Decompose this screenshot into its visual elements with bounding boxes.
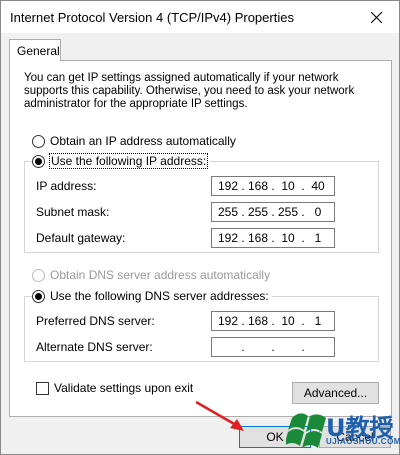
dialog-window: Internet Protocol Version 4 (TCP/IPv4) P…: [0, 0, 400, 455]
close-icon: [371, 12, 382, 23]
default-gateway-input[interactable]: 192. 168. 10. 1: [211, 228, 335, 248]
octet: 0: [314, 205, 322, 219]
octet: 1: [314, 231, 322, 245]
octet: 255: [217, 205, 239, 219]
validate-settings-label: Validate settings upon exit: [54, 381, 194, 395]
use-following-dns-radio[interactable]: Use the following DNS server addresses:: [32, 288, 272, 304]
radio-button-disabled[interactable]: [32, 268, 45, 282]
tab-general-label: General: [17, 44, 60, 58]
octet: 192: [217, 179, 239, 193]
annotation-arrow-icon: [195, 400, 244, 431]
octet: 168: [247, 314, 269, 328]
alternate-dns-label: Alternate DNS server:: [36, 340, 153, 354]
radio-button[interactable]: [32, 134, 45, 148]
ip-address-label: IP address:: [36, 179, 97, 193]
preferred-dns-input[interactable]: 192. 168. 10. 1: [211, 311, 335, 331]
description-text: You can get IP settings assigned automat…: [24, 72, 355, 110]
title-bar: Internet Protocol Version 4 (TCP/IPv4) P…: [1, 1, 399, 33]
use-following-ip-label: Use the following IP address:: [48, 153, 209, 169]
watermark-logo: U教授 UJIAOSHOU.COM: [284, 404, 400, 455]
use-following-ip-radio[interactable]: Use the following IP address:: [32, 153, 211, 169]
tab-general[interactable]: General: [9, 39, 61, 61]
octet: 10: [281, 231, 295, 245]
octet: 168: [247, 231, 269, 245]
radio-button-checked[interactable]: [32, 289, 45, 303]
obtain-dns-auto-label: Obtain DNS server address automatically: [50, 268, 271, 282]
watermark-site: UJIAOSHOU.COM: [326, 437, 400, 446]
use-following-dns-label: Use the following DNS server addresses:: [50, 289, 269, 303]
octet: 10: [281, 314, 295, 328]
general-tab-panel: You can get IP settings assigned automat…: [9, 60, 392, 417]
default-gateway-label: Default gateway:: [36, 231, 126, 245]
subnet-mask-label: Subnet mask:: [36, 205, 110, 219]
ip-address-input[interactable]: 192. 168. 10. 40: [211, 176, 335, 196]
window-title: Internet Protocol Version 4 (TCP/IPv4) P…: [10, 10, 294, 25]
obtain-ip-auto-label: Obtain an IP address automatically: [50, 134, 236, 148]
close-button[interactable]: [353, 1, 399, 33]
octet: 168: [247, 179, 269, 193]
octet: 10: [281, 179, 295, 193]
octet: 40: [311, 179, 325, 193]
octet: 1: [314, 314, 322, 328]
octet: 255: [247, 205, 269, 219]
preferred-dns-label: Preferred DNS server:: [36, 314, 155, 328]
obtain-ip-auto-radio[interactable]: Obtain an IP address automatically: [32, 133, 236, 149]
validate-settings-checkbox[interactable]: Validate settings upon exit: [36, 380, 193, 396]
checkbox[interactable]: [36, 381, 49, 395]
subnet-mask-input[interactable]: 255. 255. 255. 0: [211, 202, 335, 222]
octet: 192: [217, 314, 239, 328]
obtain-dns-auto-radio[interactable]: Obtain DNS server address automatically: [32, 267, 270, 283]
advanced-button[interactable]: Advanced...: [292, 382, 379, 404]
alternate-dns-input[interactable]: . . .: [211, 337, 335, 357]
octet: 255: [277, 205, 299, 219]
radio-button-checked[interactable]: [32, 154, 45, 168]
octet: 192: [217, 231, 239, 245]
